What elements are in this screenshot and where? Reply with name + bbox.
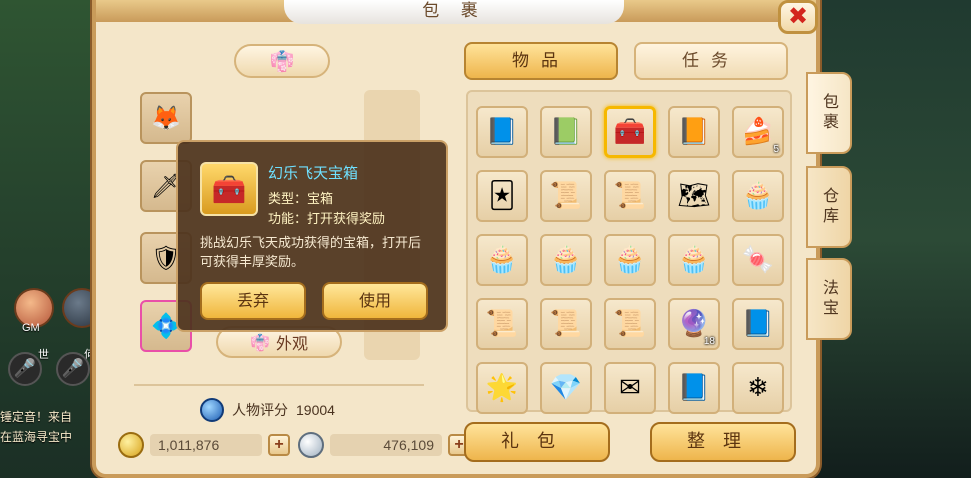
inventory-slot[interactable]: 📘: [668, 362, 720, 414]
inventory-slot[interactable]: 🗺: [668, 170, 720, 222]
world-mic-icon[interactable]: 🎤: [8, 352, 42, 386]
use-button[interactable]: 使用: [322, 282, 428, 320]
divider: [134, 384, 424, 386]
blue-book-2-icon: 📘: [677, 373, 711, 403]
character-score: 人物评分 19004: [200, 398, 335, 422]
tooltip-item-type: 类型：宝箱: [268, 192, 334, 207]
ice-gem-icon: ❄: [747, 373, 769, 403]
inventory-slot[interactable]: 🧁: [668, 234, 720, 286]
side-tab-bag[interactable]: 包裹: [806, 72, 852, 154]
inventory-slot[interactable]: 💎: [540, 362, 592, 414]
currency-bar: 1,011,876 + 476,109 +: [118, 432, 470, 458]
silver-coin-icon: [298, 432, 324, 458]
chat-line: 锤定音！来自: [0, 410, 73, 424]
inventory-slot[interactable]: 📘: [732, 298, 784, 350]
inventory-slot[interactable]: 🍬: [732, 234, 784, 286]
pet-equip-slot[interactable]: 🦊: [140, 92, 192, 144]
inventory-slot[interactable]: 📜: [604, 298, 656, 350]
inventory-slot[interactable]: 📜: [476, 298, 528, 350]
discard-button[interactable]: 丢弃: [200, 282, 306, 320]
inventory-slot[interactable]: 🃏: [476, 170, 528, 222]
red-scroll-2-icon: 📜: [613, 181, 647, 211]
inventory-slot[interactable]: 🧰: [604, 106, 656, 158]
inventory-slot[interactable]: 📘: [476, 106, 528, 158]
envelope-icon: ✉: [619, 373, 641, 403]
red-scroll-1-icon: 📜: [549, 181, 583, 211]
tab-items[interactable]: 物品: [464, 42, 618, 80]
blue-book-icon: 📘: [485, 117, 519, 147]
tooltip-item-name: 幻乐飞天宝箱: [268, 164, 359, 182]
map-book-icon: 📗: [549, 117, 583, 147]
inventory-grid-area[interactable]: 📘 📗 🧰 📙 🍰 5 🃏 📜 📜 🗺 🧁 🧁 🧁 🧁 🧁 🍬 📜 📜 📜 🔮 18 📘 🌟 💎 ✉ 📘 ❄: [466, 90, 792, 414]
inventory-slot[interactable]: 📜: [604, 170, 656, 222]
inventory-slot[interactable]: 🧁: [540, 234, 592, 286]
silver-amount: 476,109: [330, 434, 442, 456]
treasure-chest-icon: 🧰: [613, 117, 647, 147]
inventory-slot[interactable]: 🌟: [476, 362, 528, 414]
inventory-slot[interactable]: 📜: [540, 298, 592, 350]
pet-icon: 🦊: [151, 104, 181, 132]
inventory-slot[interactable]: 📗: [540, 106, 592, 158]
inventory-slot[interactable]: 🍰 5: [732, 106, 784, 158]
add-gold-button[interactable]: +: [268, 434, 290, 456]
tooltip-description: 挑战幻乐飞天成功获得的宝箱，打开后可获得丰厚奖励。: [200, 236, 422, 270]
gold-amount: 1,011,876: [150, 434, 262, 456]
inventory-slot[interactable]: 🧁: [604, 234, 656, 286]
score-orb-icon: [200, 398, 224, 422]
cake-slice-icon: 🍰: [741, 117, 775, 147]
scroll-3-icon: 📜: [613, 309, 647, 339]
cupcake-5-icon: 🧁: [677, 245, 711, 275]
inventory-slot[interactable]: 🧁: [476, 234, 528, 286]
inventory-slot[interactable]: 📙: [668, 106, 720, 158]
inventory-slot[interactable]: ❄: [732, 362, 784, 414]
inventory-grid: 📘 📗 🧰 📙 🍰 5 🃏 📜 📜 🗺 🧁 🧁 🧁 🧁 🧁 🍬 📜 📜 📜 🔮 18 📘 🌟 💎 ✉ 📘 ❄: [476, 106, 784, 414]
item-count: 5: [773, 144, 779, 155]
costume-icon: 👘: [269, 49, 295, 73]
gift-button[interactable]: 礼包: [464, 422, 610, 462]
side-tab-treasure[interactable]: 法宝: [806, 258, 852, 340]
cupcake-2-icon: 🧁: [485, 245, 519, 275]
sort-button[interactable]: 整理: [650, 422, 796, 462]
inventory-slot[interactable]: 🧁: [732, 170, 784, 222]
cards-icon: 🃏: [488, 181, 516, 211]
inventory-slot[interactable]: ✉: [604, 362, 656, 414]
tooltip-item-function: 功能：打开获得奖励: [268, 212, 386, 227]
score-label: 人物评分: [232, 402, 288, 418]
team-mic-icon[interactable]: 🎤: [56, 352, 90, 386]
treasure-chest-icon: 🧰: [200, 162, 258, 216]
costume-icon: 👘: [250, 332, 270, 352]
blue-tome-icon: 📘: [741, 309, 775, 339]
scroll-2-icon: 📜: [549, 309, 583, 339]
score-value: 19004: [296, 402, 335, 418]
costume-tab[interactable]: 👘: [234, 44, 330, 78]
map-parchment-icon: 🗺: [677, 181, 711, 211]
window-title: 包 裹: [284, 0, 624, 24]
green-candy-icon: 🍬: [741, 245, 775, 275]
inventory-slot[interactable]: 🔮 18: [668, 298, 720, 350]
items-section: 物品 任务 📘 📗 🧰 📙 🍰 5 🃏 📜 📜 🗺 🧁 🧁 🧁 🧁 🧁 🍬 📜 📜 📜 🔮 18 📘 🌟 💎 ✉ 📘 ❄ 礼包 整理: [462, 26, 798, 468]
appearance-label: 外观: [275, 334, 308, 353]
scroll-1-icon: 📜: [485, 309, 519, 339]
tab-tasks[interactable]: 任务: [634, 42, 788, 80]
cupcake-3-icon: 🧁: [549, 245, 583, 275]
cupcake-4-icon: 🧁: [613, 245, 647, 275]
item-tooltip: 🧰 幻乐飞天宝箱 类型：宝箱 功能：打开获得奖励 挑战幻乐飞天成功获得的宝箱，打…: [176, 140, 448, 332]
chat-line: 在蓝海寻宝中: [0, 430, 73, 444]
tooltip-item-glyph: 🧰: [211, 172, 247, 206]
skill-book-icon: 📙: [677, 117, 711, 147]
cupcake-1-icon: 🧁: [741, 181, 775, 211]
rock-gem-icon: 💎: [549, 373, 583, 403]
gold-coin-icon: [118, 432, 144, 458]
side-tab-warehouse[interactable]: 仓库: [806, 166, 852, 248]
item-count: 18: [703, 336, 715, 347]
star-gem-icon: 🌟: [485, 373, 519, 403]
magic-orb-icon: 🔮: [677, 309, 711, 339]
inventory-slot[interactable]: 📜: [540, 170, 592, 222]
gm-label: GM: [22, 322, 40, 334]
